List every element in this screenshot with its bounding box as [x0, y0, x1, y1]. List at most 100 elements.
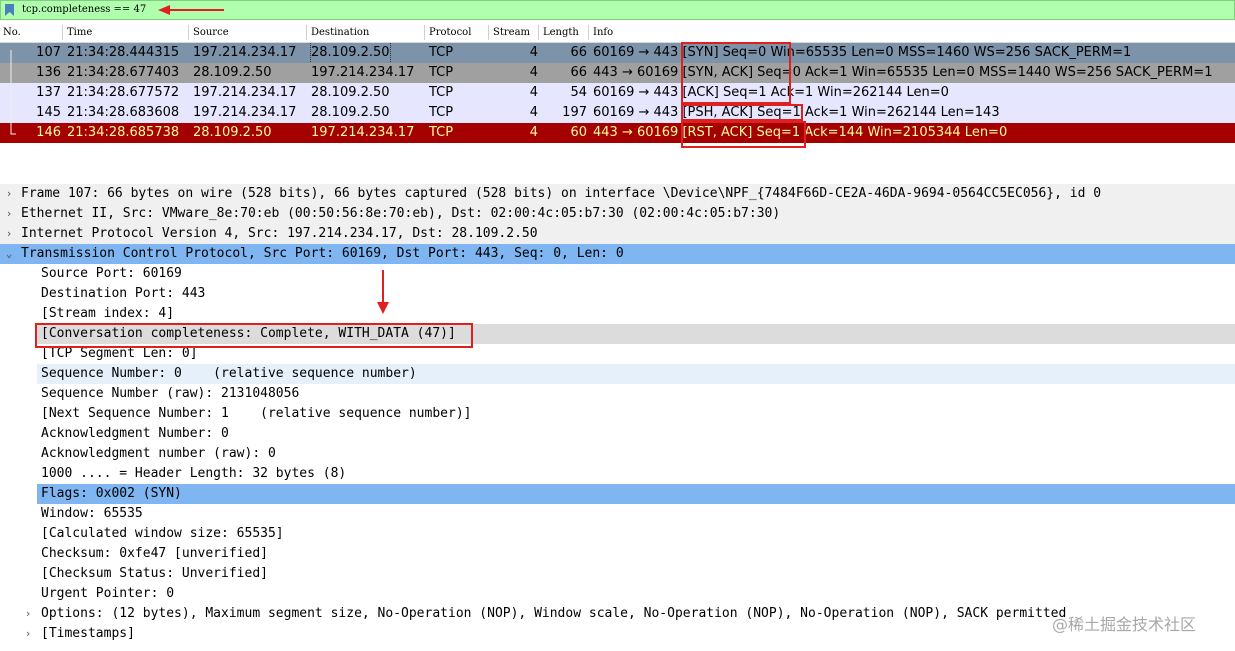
detail-text: Options: (12 bytes), Maximum segment siz…: [41, 606, 1067, 621]
packet-number: 107: [36, 45, 61, 60]
packet-length: 66: [570, 45, 587, 60]
detail-text: [Checksum Status: Unverified]: [41, 566, 268, 581]
expand-toggle-icon[interactable]: ›: [3, 184, 15, 204]
detail-row[interactable]: [Checksum Status: Unverified]: [0, 564, 1235, 584]
detail-row[interactable]: Checksum: 0xfe47 [unverified]: [0, 544, 1235, 564]
detail-text: Urgent Pointer: 0: [41, 586, 175, 601]
detail-row[interactable]: › [Timestamps]: [0, 624, 1235, 644]
detail-text: Sequence Number: 0 (relative sequence nu…: [41, 366, 417, 381]
detail-row[interactable]: Urgent Pointer: 0: [0, 584, 1235, 604]
detail-row[interactable]: [Calculated window size: 65535]: [0, 524, 1235, 544]
column-divider[interactable]: [306, 25, 307, 40]
detail-row[interactable]: › Internet Protocol Version 4, Src: 197.2…: [0, 224, 1235, 244]
column-divider[interactable]: [62, 25, 63, 40]
packet-destination: 28.109.2.50: [311, 85, 390, 100]
detail-text: Acknowledgment number (raw): 0: [41, 446, 276, 461]
detail-text: Checksum: 0xfe47 [unverified]: [41, 546, 268, 561]
column-divider[interactable]: [188, 25, 189, 40]
column-header-stream[interactable]: Stream: [493, 27, 530, 38]
detail-row[interactable]: Sequence Number (raw): 2131048056: [0, 384, 1235, 404]
detail-text: Window: 65535: [41, 506, 143, 521]
detail-text: [Calculated window size: 65535]: [41, 526, 284, 541]
packet-source: 28.109.2.50: [193, 65, 272, 80]
packet-list-header: No. Time Source Destination Protocol Str…: [0, 23, 1235, 43]
packet-row[interactable]: 145 21:34:28.683608 197.214.234.17 28.10…: [0, 103, 1235, 123]
detail-row[interactable]: Window: 65535: [0, 504, 1235, 524]
column-header-source[interactable]: Source: [193, 27, 229, 38]
detail-row[interactable]: › Ethernet II, Src: VMware_8e:70:eb (00:5…: [0, 204, 1235, 224]
packet-info: 60169 → 443 [SYN] Seq=0 Win=65535 Len=0 …: [593, 45, 1132, 60]
packet-stream: 4: [529, 85, 538, 100]
column-header-info[interactable]: Info: [593, 27, 613, 38]
bookmark-icon[interactable]: [5, 4, 14, 16]
detail-row[interactable]: › Frame 107: 66 bytes on wire (528 bits),…: [0, 184, 1235, 204]
packet-number: 137: [36, 85, 61, 100]
packet-number: 146: [36, 125, 61, 140]
column-header-time[interactable]: Time: [67, 27, 92, 38]
packet-number: 136: [36, 65, 61, 80]
packet-destination: 28.109.2.50: [310, 43, 391, 63]
detail-text: Sequence Number (raw): 2131048056: [41, 386, 300, 401]
expand-toggle-icon[interactable]: ⌄: [3, 244, 15, 264]
column-header-destination[interactable]: Destination: [311, 27, 369, 38]
packet-length: 60: [570, 125, 587, 140]
packet-source: 197.214.234.17: [193, 45, 297, 60]
detail-row[interactable]: › Options: (12 bytes), Maximum segment si…: [0, 604, 1235, 624]
annotation-box-handshake: [681, 42, 791, 104]
detail-row[interactable]: Sequence Number: 0 (relative sequence nu…: [37, 364, 1235, 384]
packet-stream: 4: [529, 105, 538, 120]
detail-row[interactable]: ›Flags: 0x002 (SYN): [37, 484, 1235, 504]
detail-text: [Next Sequence Number: 1 (relative seque…: [41, 406, 472, 421]
detail-text: Destination Port: 443: [41, 286, 206, 301]
packet-row[interactable]: 146 21:34:28.685738 28.109.2.50 197.214.…: [0, 123, 1235, 143]
packet-protocol: TCP: [429, 125, 454, 140]
packet-row[interactable]: 136 21:34:28.677403 28.109.2.50 197.214.…: [0, 63, 1235, 83]
detail-text: Acknowledgment Number: 0: [41, 426, 229, 441]
packet-destination: 28.109.2.50: [311, 105, 390, 120]
packet-time: 21:34:28.677572: [67, 85, 180, 100]
expand-toggle-icon[interactable]: ›: [22, 604, 34, 624]
annotation-box-rst: [681, 121, 806, 148]
expand-toggle-icon[interactable]: ›: [22, 624, 34, 644]
conversation-bracket-icon: [10, 50, 16, 135]
filter-expression-input[interactable]: tcp.completeness == 47: [22, 4, 146, 16]
packet-destination: 197.214.234.17: [311, 125, 415, 140]
packet-source: 197.214.234.17: [193, 85, 297, 100]
packet-time: 21:34:28.683608: [67, 105, 180, 120]
packet-stream: 4: [529, 125, 538, 140]
detail-row[interactable]: [Next Sequence Number: 1 (relative seque…: [0, 404, 1235, 424]
detail-row[interactable]: Acknowledgment number (raw): 0: [0, 444, 1235, 464]
detail-row[interactable]: ⌄ Transmission Control Protocol, Src Port…: [0, 244, 1235, 264]
packet-length: 197: [562, 105, 587, 120]
packet-row[interactable]: 137 21:34:28.677572 197.214.234.17 28.10…: [0, 83, 1235, 103]
annotation-box-completeness: [35, 323, 473, 348]
packet-protocol: TCP: [429, 65, 454, 80]
detail-text: Ethernet II, Src: VMware_8e:70:eb (00:50…: [21, 206, 781, 221]
annotation-arrow-left: [158, 5, 224, 15]
detail-row[interactable]: [Stream index: 4]: [0, 304, 1235, 324]
column-divider[interactable]: [588, 25, 589, 40]
detail-row[interactable]: 1000 .... = Header Length: 32 bytes (8): [0, 464, 1235, 484]
column-divider[interactable]: [424, 25, 425, 40]
watermark-text: @稀土掘金技术社区: [1052, 615, 1197, 634]
packet-source: 28.109.2.50: [193, 125, 272, 140]
detail-text: [Timestamps]: [41, 626, 135, 641]
detail-text: 1000 .... = Header Length: 32 bytes (8): [41, 466, 347, 481]
column-header-length[interactable]: Length: [543, 27, 579, 38]
detail-text: [Stream index: 4]: [41, 306, 175, 321]
column-divider[interactable]: [488, 25, 489, 40]
detail-row[interactable]: Destination Port: 443: [0, 284, 1235, 304]
expand-toggle-icon[interactable]: ›: [3, 224, 15, 244]
annotation-box-psh: [681, 104, 803, 121]
column-header-no[interactable]: No.: [3, 27, 21, 38]
packet-row[interactable]: 107 21:34:28.444315 197.214.234.17 28.10…: [0, 43, 1235, 63]
detail-text: Internet Protocol Version 4, Src: 197.21…: [21, 226, 538, 241]
expand-toggle-icon[interactable]: ›: [3, 204, 15, 224]
detail-text: Source Port: 60169: [41, 266, 182, 281]
detail-row[interactable]: Acknowledgment Number: 0: [0, 424, 1235, 444]
detail-row[interactable]: Source Port: 60169: [0, 264, 1235, 284]
packet-number: 145: [36, 105, 61, 120]
column-header-protocol[interactable]: Protocol: [429, 27, 471, 38]
packet-length: 66: [570, 65, 587, 80]
column-divider[interactable]: [538, 25, 539, 40]
